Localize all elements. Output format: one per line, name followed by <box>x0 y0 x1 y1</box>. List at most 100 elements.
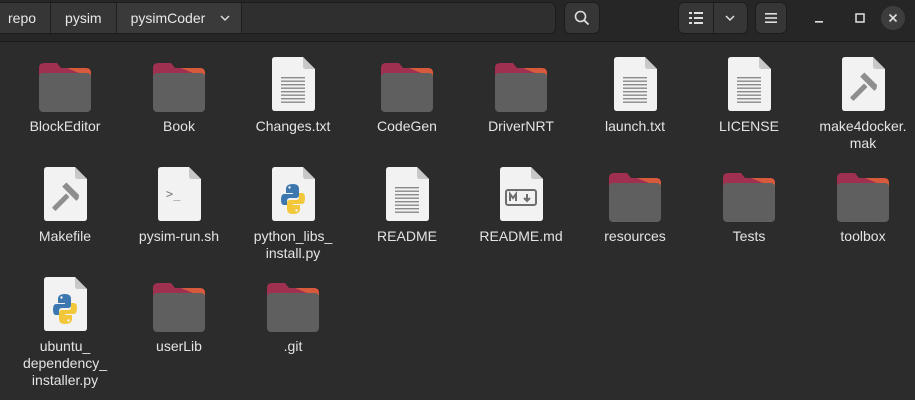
path-bar: repo pysim pysimCoder <box>0 2 556 34</box>
folder-icon <box>495 63 547 112</box>
markdown-file-icon <box>500 167 543 221</box>
file-item[interactable]: userLib <box>124 270 234 355</box>
file-grid: BlockEditor Book Changes.txt CodeGen Dri… <box>0 42 915 400</box>
path-bar-empty-area[interactable] <box>242 3 555 33</box>
file-name: CodeGen <box>377 118 437 134</box>
file-thumbnail <box>721 50 777 112</box>
chevron-down-icon <box>725 15 735 22</box>
hamburger-menu-icon <box>765 13 777 23</box>
view-options-button[interactable] <box>712 3 748 33</box>
folder-icon <box>837 173 889 222</box>
file-thumbnail <box>835 50 891 112</box>
file-item[interactable]: Makefile <box>10 160 120 245</box>
file-thumbnail <box>721 160 777 222</box>
breadcrumb-label: pysimCoder <box>130 10 206 26</box>
file-thumbnail <box>265 50 321 112</box>
file-item[interactable]: toolbox <box>808 160 915 245</box>
close-button[interactable] <box>877 2 909 34</box>
file-name: Book <box>163 118 195 134</box>
list-view-icon <box>688 12 703 24</box>
file-thumbnail <box>151 270 207 332</box>
breadcrumb-repo[interactable]: repo <box>0 3 52 33</box>
text-file-icon <box>614 57 657 111</box>
close-button-background <box>881 6 905 30</box>
file-name: pysim-run.sh <box>138 228 220 244</box>
file-item[interactable]: make4docker. mak <box>808 50 915 152</box>
minimize-icon <box>815 21 823 23</box>
file-item[interactable]: README.md <box>466 160 576 245</box>
text-file-icon <box>728 57 771 111</box>
breadcrumb-label: repo <box>8 10 37 26</box>
file-name: resources <box>604 228 666 244</box>
file-item[interactable]: Changes.txt <box>238 50 348 135</box>
python-file-icon <box>44 277 87 331</box>
file-thumbnail <box>37 270 93 332</box>
chevron-down-icon[interactable] <box>219 12 231 24</box>
shell-script-icon: >_ <box>158 167 201 221</box>
folder-icon <box>609 173 661 222</box>
file-thumbnail <box>37 50 93 112</box>
python-file-icon <box>272 167 315 221</box>
file-item[interactable]: Book <box>124 50 234 135</box>
file-item[interactable]: DriverNRT <box>466 50 576 135</box>
file-thumbnail <box>37 160 93 222</box>
file-name: Tests <box>732 228 766 244</box>
file-name: toolbox <box>840 228 886 244</box>
file-name: ubuntu_ dependency_ installer.py <box>22 338 108 388</box>
file-name: BlockEditor <box>29 118 101 134</box>
file-thumbnail <box>835 160 891 222</box>
file-item[interactable]: BlockEditor <box>10 50 120 135</box>
folder-icon <box>267 283 319 332</box>
file-item[interactable]: launch.txt <box>580 50 690 135</box>
folder-icon <box>39 63 91 112</box>
file-item[interactable]: Tests <box>694 160 804 245</box>
maximize-icon <box>855 13 865 23</box>
text-file-icon <box>386 167 429 221</box>
file-thumbnail <box>607 50 663 112</box>
file-name: python_libs_ install.py <box>253 228 333 261</box>
main-menu-button[interactable] <box>755 2 787 34</box>
breadcrumb-pysim[interactable]: pysim <box>51 3 117 33</box>
file-name: make4docker. mak <box>819 118 907 151</box>
file-item[interactable]: LICENSE <box>694 50 804 135</box>
file-item[interactable]: README <box>352 160 462 245</box>
build-file-icon <box>842 57 885 111</box>
folder-icon <box>153 63 205 112</box>
file-thumbnail <box>379 160 435 222</box>
file-thumbnail <box>379 50 435 112</box>
file-item[interactable]: ubuntu_ dependency_ installer.py <box>10 270 120 389</box>
search-button[interactable] <box>564 2 600 34</box>
search-icon <box>574 10 590 26</box>
svg-text:>_: >_ <box>166 187 181 201</box>
file-thumbnail: >_ <box>151 160 207 222</box>
file-name: .git <box>283 338 303 354</box>
minimize-button[interactable] <box>803 2 835 34</box>
file-thumbnail <box>493 160 549 222</box>
file-thumbnail <box>493 50 549 112</box>
file-item[interactable]: .git <box>238 270 348 355</box>
header-bar: repo pysim pysimCoder <box>0 0 915 42</box>
folder-icon <box>723 173 775 222</box>
file-thumbnail <box>151 50 207 112</box>
file-name: userLib <box>156 338 202 354</box>
breadcrumb-pysimcoder[interactable]: pysimCoder <box>116 3 243 33</box>
file-name: launch.txt <box>605 118 665 134</box>
folder-icon <box>153 283 205 332</box>
build-file-icon <box>44 167 87 221</box>
view-button-group <box>678 2 748 34</box>
file-item[interactable]: CodeGen <box>352 50 462 135</box>
file-thumbnail <box>265 270 321 332</box>
file-name: Changes.txt <box>255 118 331 134</box>
file-name: LICENSE <box>719 118 779 134</box>
file-item[interactable]: resources <box>580 160 690 245</box>
close-icon <box>888 13 898 23</box>
list-view-button[interactable] <box>679 3 713 33</box>
file-name: README <box>377 228 437 244</box>
file-item[interactable]: >_ pysim-run.sh <box>124 160 234 245</box>
breadcrumb-label: pysim <box>65 10 102 26</box>
file-item[interactable]: python_libs_ install.py <box>238 160 348 262</box>
folder-icon <box>381 63 433 112</box>
file-name: Makefile <box>38 228 92 244</box>
file-thumbnail <box>265 160 321 222</box>
maximize-button[interactable] <box>844 2 876 34</box>
